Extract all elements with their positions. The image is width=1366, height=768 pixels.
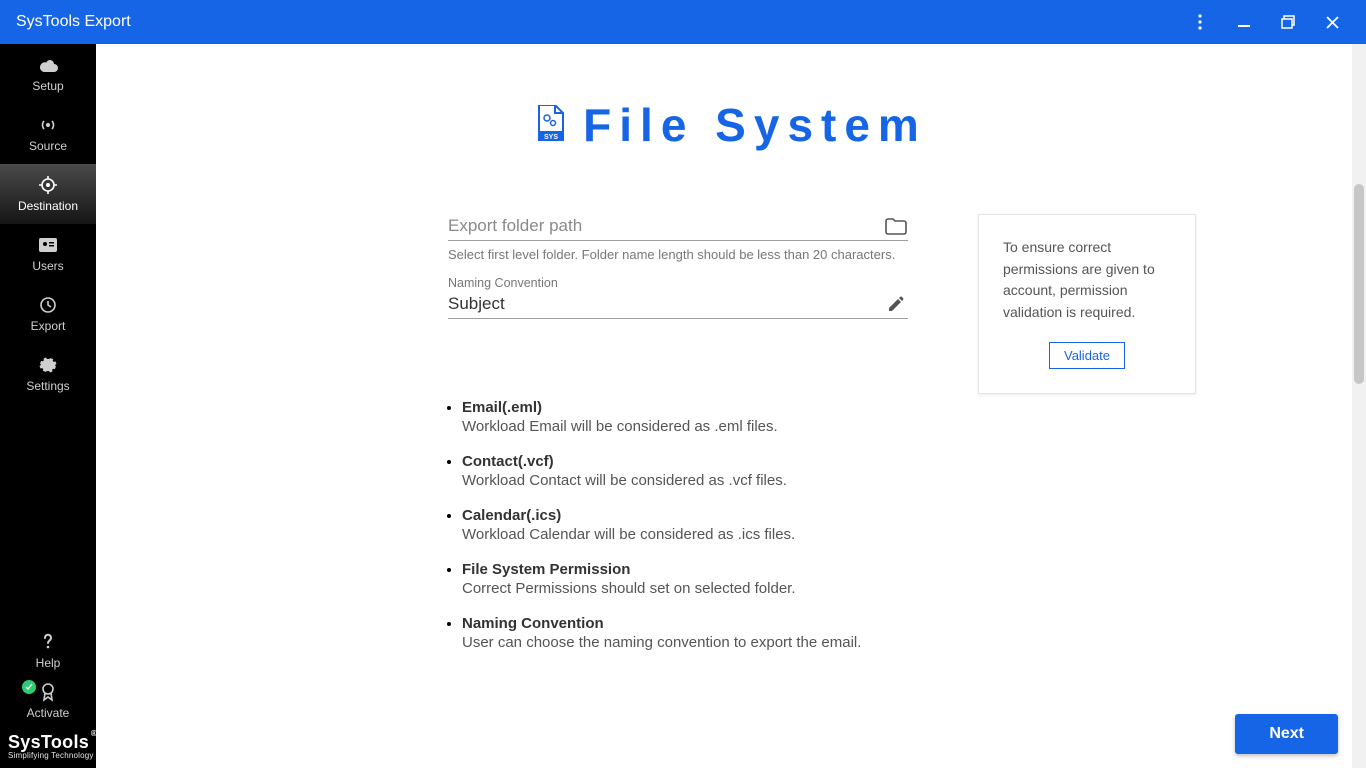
list-item: Contact(.vcf) Workload Contact will be c…: [462, 453, 908, 489]
sidebar: Setup Source Destination Users Export Se…: [0, 44, 96, 768]
svg-text:SYS: SYS: [544, 134, 558, 141]
validate-card: To ensure correct permissions are given …: [978, 214, 1196, 394]
validate-text: To ensure correct permissions are given …: [1003, 237, 1171, 324]
sidebar-item-label: Destination: [18, 199, 78, 213]
brand-name: SysTools: [8, 732, 89, 752]
sidebar-item-setup[interactable]: Setup: [0, 44, 96, 104]
cloud-icon: [38, 55, 58, 75]
sidebar-item-users[interactable]: Users: [0, 224, 96, 284]
clock-icon: [38, 295, 58, 315]
sidebar-item-label: Activate: [27, 706, 70, 720]
target-icon: [38, 175, 58, 195]
info-list: Email(.eml) Workload Email will be consi…: [448, 399, 908, 651]
naming-convention-input[interactable]: [448, 294, 884, 314]
info-title: Calendar(.ics): [462, 507, 908, 524]
sidebar-item-help[interactable]: Help: [0, 626, 96, 676]
user-card-icon: [38, 235, 58, 255]
sidebar-item-label: Setup: [32, 79, 63, 93]
sidebar-item-export[interactable]: Export: [0, 284, 96, 344]
restore-icon: [1281, 15, 1295, 29]
info-title: Contact(.vcf): [462, 453, 908, 470]
browse-folder-button[interactable]: [884, 216, 908, 236]
main-panel: SYS File System Select first level folde…: [96, 44, 1366, 768]
window-title: SysTools Export: [16, 13, 131, 31]
minimize-icon: [1237, 15, 1251, 29]
sidebar-item-label: Export: [31, 319, 66, 333]
list-item: Naming Convention User can choose the na…: [462, 615, 908, 651]
title-bar: SysTools Export: [0, 0, 1366, 44]
scrollbar-thumb[interactable]: [1354, 184, 1364, 384]
list-item: File System Permission Correct Permissio…: [462, 561, 908, 597]
naming-convention-label: Naming Convention: [448, 276, 908, 290]
sidebar-item-activate[interactable]: Activate: [0, 676, 96, 726]
list-item: Calendar(.ics) Workload Calendar will be…: [462, 507, 908, 543]
menu-dots-button[interactable]: [1178, 0, 1222, 44]
sidebar-item-label: Help: [36, 656, 61, 670]
page-title: File System: [583, 98, 927, 152]
close-icon: [1326, 16, 1339, 29]
export-path-row: [448, 214, 908, 241]
status-ok-badge: [22, 680, 36, 694]
list-item: Email(.eml) Workload Email will be consi…: [462, 399, 908, 435]
minimize-button[interactable]: [1222, 0, 1266, 44]
info-desc: User can choose the naming convention to…: [462, 634, 908, 651]
info-title: Naming Convention: [462, 615, 908, 632]
info-title: File System Permission: [462, 561, 908, 578]
sidebar-item-label: Settings: [26, 379, 69, 393]
folder-icon: [885, 218, 907, 235]
info-desc: Workload Contact will be considered as .…: [462, 472, 908, 489]
naming-convention-row: [448, 292, 908, 319]
export-path-helper: Select first level folder. Folder name l…: [448, 247, 908, 262]
sys-file-icon: SYS: [535, 105, 565, 146]
info-desc: Workload Email will be considered as .em…: [462, 418, 908, 435]
help-icon: [38, 632, 58, 652]
sidebar-item-source[interactable]: Source: [0, 104, 96, 164]
sidebar-item-destination[interactable]: Destination: [0, 164, 96, 224]
close-button[interactable]: [1310, 0, 1354, 44]
info-desc: Correct Permissions should set on select…: [462, 580, 908, 597]
validate-button[interactable]: Validate: [1049, 342, 1125, 369]
info-desc: Workload Calendar will be considered as …: [462, 526, 908, 543]
broadcast-icon: [38, 115, 58, 135]
ribbon-icon: [38, 682, 58, 702]
scrollbar-track[interactable]: [1352, 44, 1366, 768]
export-folder-path-input[interactable]: [448, 216, 884, 236]
brand-block: SysTools® Simplifying Technology: [0, 726, 96, 768]
pencil-icon: [887, 295, 905, 313]
sidebar-item-label: Source: [29, 139, 67, 153]
sidebar-item-settings[interactable]: Settings: [0, 344, 96, 404]
next-button[interactable]: Next: [1235, 714, 1338, 754]
gear-icon: [38, 355, 58, 375]
more-vertical-icon: [1198, 14, 1202, 30]
maximize-button[interactable]: [1266, 0, 1310, 44]
edit-naming-button[interactable]: [884, 294, 908, 314]
sidebar-item-label: Users: [32, 259, 63, 273]
info-title: Email(.eml): [462, 399, 908, 416]
